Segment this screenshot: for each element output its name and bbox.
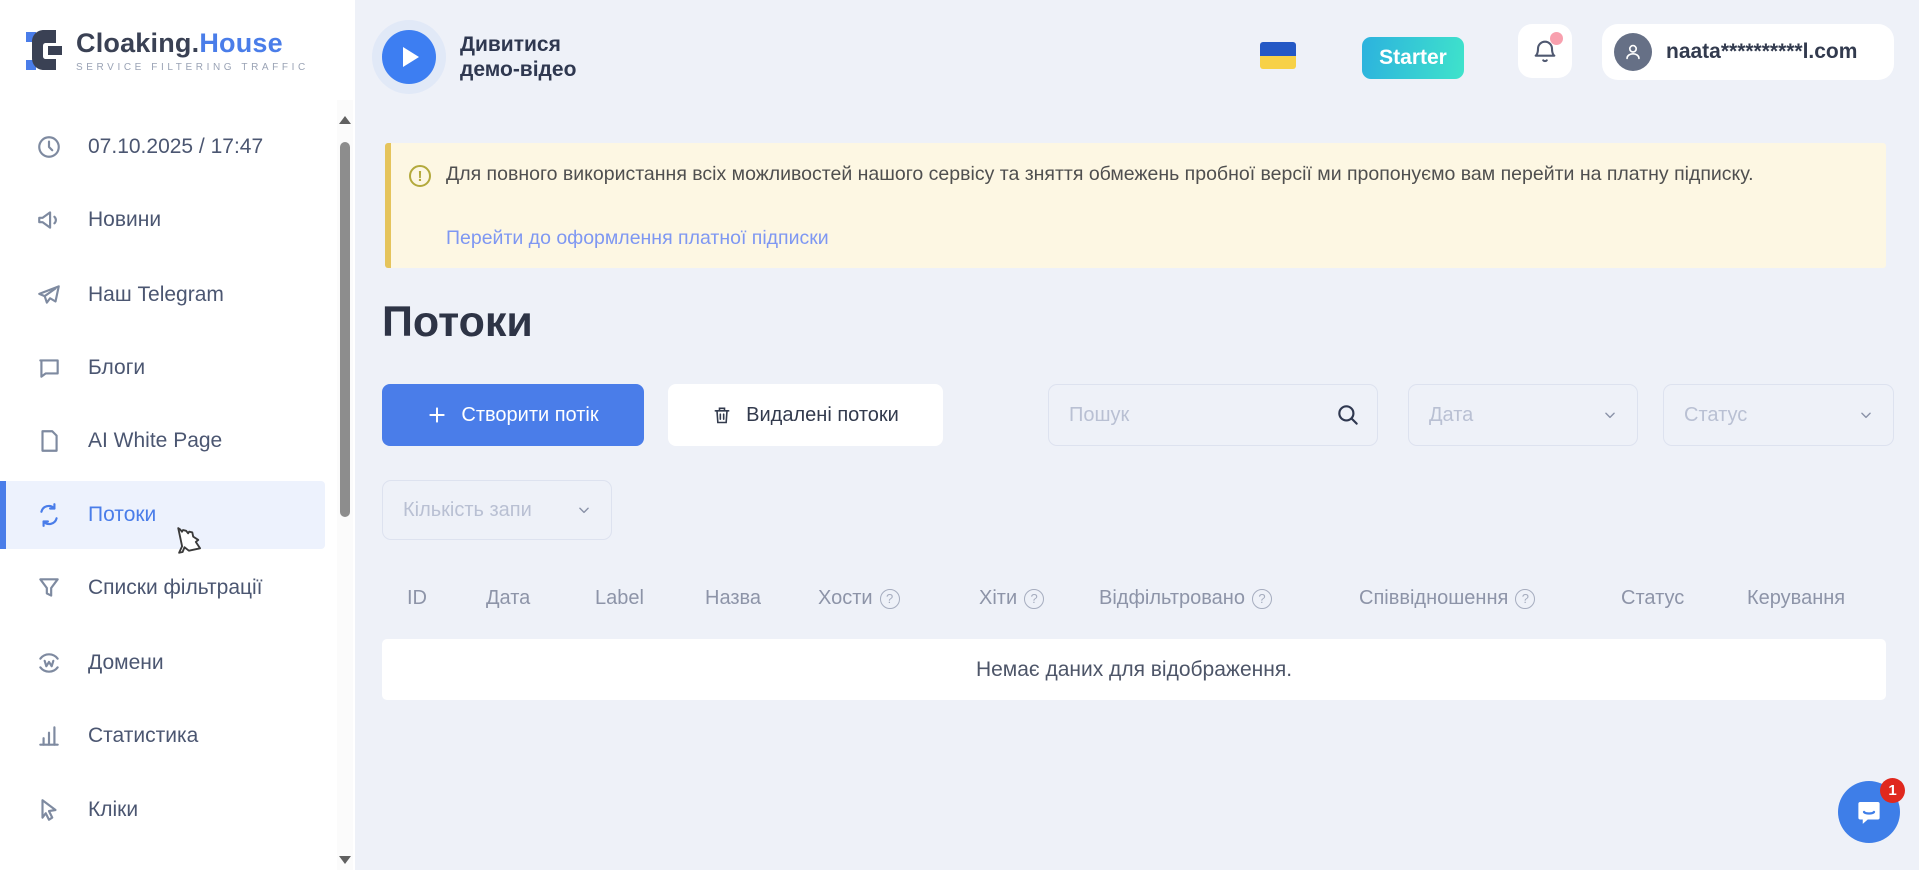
sync-icon (36, 502, 62, 528)
sidebar-item-blogs[interactable]: Блоги (0, 334, 325, 402)
sidebar-item-news[interactable]: Новини (0, 186, 325, 254)
telegram-icon (36, 282, 62, 308)
col-name: Назва (705, 587, 761, 610)
sidebar-item-flows[interactable]: Потоки (0, 481, 325, 549)
sidebar-item-label: Потоки (88, 503, 156, 527)
plus-icon (427, 405, 447, 425)
megaphone-icon (36, 207, 62, 233)
plan-badge[interactable]: Starter (1362, 37, 1464, 79)
sidebar: Cloaking.House SERVICE FILTERING TRAFFIC… (0, 0, 355, 870)
user-menu[interactable]: naata**********l.com (1602, 24, 1894, 80)
notification-dot (1550, 32, 1563, 45)
search-icon[interactable] (1335, 402, 1361, 428)
help-icon[interactable]: ? (1515, 589, 1535, 609)
sidebar-item-domains[interactable]: Домени (0, 629, 325, 697)
chevron-down-icon (577, 503, 591, 517)
help-icon[interactable]: ? (1252, 589, 1272, 609)
warning-icon: ! (409, 165, 431, 187)
col-actions: Керування (1747, 587, 1845, 610)
records-count-dropdown[interactable]: Кількість запи (382, 480, 612, 540)
search-box (1048, 384, 1378, 446)
chat-unread-badge: 1 (1880, 778, 1905, 803)
subscribe-link[interactable]: Перейти до оформлення платної підписки (446, 227, 829, 250)
sidebar-item-label: AI White Page (88, 429, 222, 453)
sidebar-item-label: Домени (88, 651, 164, 675)
col-id: ID (407, 587, 427, 610)
trial-warning-banner: ! Для повного використання всіх можливос… (385, 143, 1886, 268)
demo-video-label[interactable]: Дивитися демо-відео (460, 32, 576, 82)
sidebar-scrollbar[interactable] (337, 100, 353, 870)
chevron-down-icon (1859, 408, 1873, 422)
sidebar-item-label: Новини (88, 208, 161, 232)
sidebar-item-filter-lists[interactable]: Списки фільтрації (0, 554, 325, 622)
col-label: Label (595, 587, 644, 610)
col-ratio: Співвідношення? (1359, 587, 1535, 610)
person-icon (1622, 41, 1644, 63)
sidebar-item-label: Статистика (88, 724, 198, 748)
cursor-icon (36, 797, 62, 823)
notifications-button[interactable] (1518, 24, 1572, 78)
col-date: Дата (486, 587, 530, 610)
sidebar-item-clicks[interactable]: Кліки (0, 776, 325, 844)
deleted-flows-button[interactable]: Видалені потоки (668, 384, 943, 446)
brand-tagline: SERVICE FILTERING TRAFFIC (76, 62, 309, 73)
brand-logo[interactable]: Cloaking.House SERVICE FILTERING TRAFFIC (26, 26, 309, 74)
chat-smile-icon (1854, 797, 1884, 827)
col-filtered: Відфільтровано? (1099, 587, 1272, 610)
sidebar-item-label: Кліки (88, 798, 138, 822)
demo-video-play-button[interactable] (382, 30, 436, 84)
col-status: Статус (1621, 587, 1684, 610)
table-empty-state: Немає даних для відображення. (382, 639, 1886, 700)
sidebar-item-label: 07.10.2025 / 17:47 (88, 135, 263, 159)
globe-w-icon (36, 650, 62, 676)
sidebar-item-telegram[interactable]: Наш Telegram (0, 261, 325, 329)
help-icon[interactable]: ? (880, 589, 900, 609)
sidebar-item-label: Наш Telegram (88, 283, 224, 307)
sidebar-item-statistics[interactable]: Статистика (0, 702, 325, 770)
page-icon (36, 428, 62, 454)
sidebar-item-datetime: 07.10.2025 / 17:47 (0, 113, 325, 181)
banner-text: Для повного використання всіх можливосте… (446, 161, 1866, 188)
col-hosts: Хости? (818, 587, 900, 610)
clock-icon (36, 134, 62, 160)
flows-table-header: ID Дата Label Назва Хости? Хіти? Відфіль… (382, 575, 1886, 625)
brand-name: Cloaking.House (76, 28, 309, 59)
col-hits: Хіти? (979, 587, 1044, 610)
page-title: Потоки (382, 298, 533, 347)
scroll-down-arrow[interactable] (339, 856, 351, 864)
sidebar-item-label: Блоги (88, 356, 145, 380)
chat-bubble-icon (36, 355, 62, 381)
sidebar-item-label: Списки фільтрації (88, 576, 263, 600)
scrollbar-thumb[interactable] (340, 142, 350, 517)
scroll-up-arrow[interactable] (339, 116, 351, 124)
create-flow-button[interactable]: Створити потік (382, 384, 644, 446)
funnel-icon (36, 575, 62, 601)
user-email: naata**********l.com (1666, 40, 1857, 64)
play-icon (403, 47, 419, 67)
status-filter-dropdown[interactable]: Статус (1663, 384, 1894, 446)
date-filter-dropdown[interactable]: Дата (1408, 384, 1638, 446)
search-input[interactable] (1069, 385, 1329, 445)
help-icon[interactable]: ? (1024, 589, 1044, 609)
brand-logo-icon (26, 26, 64, 74)
sidebar-item-ai-white-page[interactable]: AI White Page (0, 407, 325, 475)
language-flag-ukraine[interactable] (1260, 42, 1296, 69)
trash-icon (712, 404, 732, 426)
avatar (1614, 33, 1652, 71)
chevron-down-icon (1603, 408, 1617, 422)
bar-chart-icon (36, 723, 62, 749)
